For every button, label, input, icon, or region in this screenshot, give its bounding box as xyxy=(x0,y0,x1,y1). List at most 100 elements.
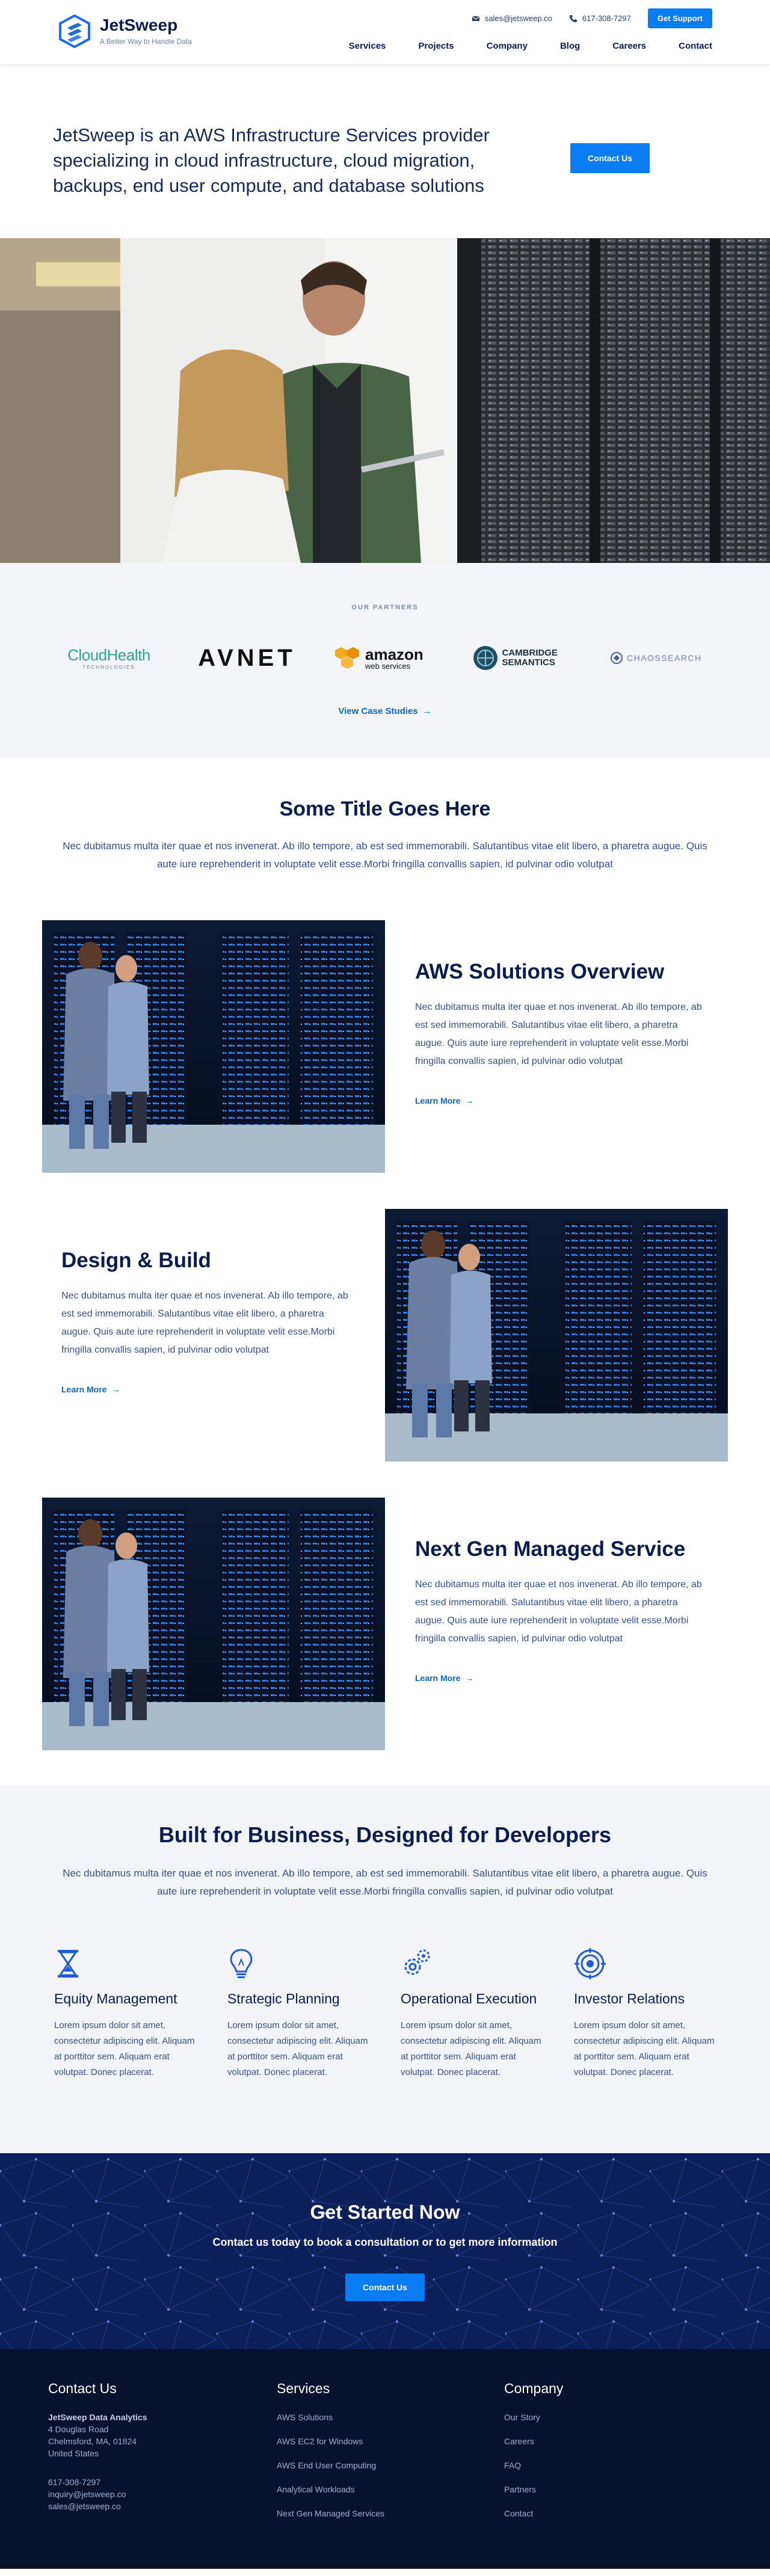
site-header: JetSweep A Better Way to Handle Data sal… xyxy=(0,0,770,65)
cambridge-line2: SEMANTICS xyxy=(502,657,555,668)
partner-logo-avnet[interactable]: AVNET xyxy=(196,645,298,672)
gears-icon xyxy=(404,1949,430,1975)
footer-link-careers[interactable]: Careers xyxy=(504,2435,563,2447)
footer-services-title: Services xyxy=(277,2381,330,2396)
nav-item-blog[interactable]: Blog xyxy=(560,41,580,51)
footer-link-faq[interactable]: FAQ xyxy=(504,2459,563,2471)
get-started-section: Get Started Now Contact us today to book… xyxy=(0,2153,770,2349)
feature-title: Strategic Planning xyxy=(227,1991,340,2006)
feature-text: Lorem ipsum dolor sit amet, consectetur … xyxy=(401,2020,541,2077)
partner-logo-cambridge[interactable]: CAMBRIDGE SEMANTICS xyxy=(472,645,574,671)
feature-copy: Design & Build Nec dubitamus multa iter … xyxy=(61,1245,350,1394)
feature-title: Next Gen Managed Service xyxy=(415,1537,686,1561)
logo-icon xyxy=(59,14,90,48)
nav-item-company[interactable]: Company xyxy=(487,41,528,51)
site-footer: Contact Us JetSweep Data Analytics 4 Dou… xyxy=(0,2349,770,2569)
brand-tagline: A Better Way to Handle Data xyxy=(100,37,192,46)
topbar: sales@jetsweep.co 617-308-7297 Get Suppo… xyxy=(472,8,712,28)
learn-more-label: Learn More xyxy=(415,1096,461,1105)
footer-link-end-user-computing[interactable]: AWS End User Computing xyxy=(277,2459,384,2471)
footer-link-contact[interactable]: Contact xyxy=(504,2507,563,2519)
footer-country: United States xyxy=(48,2448,99,2458)
get-support-button[interactable]: Get Support xyxy=(647,8,712,28)
cloudhealth-sub: TECHNOLOGIES xyxy=(82,665,135,670)
learn-more-label: Learn More xyxy=(61,1385,107,1394)
feature-item: Equity Management Lorem ipsum dolor sit … xyxy=(54,1947,196,2080)
brand-logo[interactable]: JetSweep A Better Way to Handle Data xyxy=(58,14,192,48)
chaossearch-wordmark: CHAOSSEARCH xyxy=(627,653,702,663)
feature-item: Strategic Planning Lorem ipsum dolor sit… xyxy=(227,1947,369,2080)
feature-title: Design & Build xyxy=(61,1249,211,1272)
nav-item-services[interactable]: Services xyxy=(349,41,386,51)
contact-us-button[interactable]: Contact Us xyxy=(570,143,650,173)
footer-link-managed-services[interactable]: Next Gen Managed Services xyxy=(277,2507,384,2519)
hero-image xyxy=(0,238,770,563)
mail-icon xyxy=(472,16,480,21)
footer-services: Services AWS Solutions AWS EC2 for Windo… xyxy=(277,2381,384,2531)
phone-icon xyxy=(569,14,577,22)
arrow-right-icon: → xyxy=(465,1673,474,1683)
arrow-right-icon: → xyxy=(422,706,432,716)
feature-text: Nec dubitamus multa iter quae et nos inv… xyxy=(415,1002,702,1066)
footer-link-aws-solutions[interactable]: AWS Solutions xyxy=(277,2411,384,2423)
partner-logo-chaossearch[interactable]: CHAOSSEARCH xyxy=(610,651,712,665)
network-background xyxy=(0,2153,770,2349)
server-room-photo xyxy=(385,1209,728,1462)
nav-item-careers[interactable]: Careers xyxy=(612,41,646,51)
built-for-business-section: Built for Business, Designed for Develop… xyxy=(0,1785,770,2153)
footer-address-line1: 4 Douglas Road xyxy=(48,2424,109,2434)
learn-more-link[interactable]: Learn More → xyxy=(415,1096,704,1105)
nav-item-projects[interactable]: Projects xyxy=(418,41,454,51)
footer-address-line2: Chelmsford, MA, 01824 xyxy=(48,2436,137,2446)
section-title: Some Title Goes Here xyxy=(279,798,491,820)
feature-copy: AWS Solutions Overview Nec dubitamus mul… xyxy=(415,956,704,1105)
built-title: Built for Business, Designed for Develop… xyxy=(158,1822,612,1847)
footer-link-partners[interactable]: Partners xyxy=(504,2483,563,2495)
view-case-studies-label: View Case Studies xyxy=(338,706,418,716)
feature-text: Nec dubitamus multa iter quae et nos inv… xyxy=(61,1291,348,1355)
intro-text: JetSweep is an AWS Infrastructure Servic… xyxy=(53,124,490,196)
cambridge-globe-icon xyxy=(473,646,497,670)
partner-logos: CloudHealth TECHNOLOGIES AVNET amazon we… xyxy=(58,640,712,676)
partners-label: OUR PARTNERS xyxy=(351,604,419,611)
title-section: Some Title Goes Here Nec dubitamus multa… xyxy=(0,758,770,920)
cta-title: Get Started Now xyxy=(310,2201,460,2223)
brand-name: JetSweep xyxy=(100,16,178,34)
footer-email-inquiry[interactable]: inquiry@jetsweep.co xyxy=(48,2488,147,2500)
feature-row-design-build: Design & Build Nec dubitamus multa iter … xyxy=(0,1209,770,1498)
footer-link-our-story[interactable]: Our Story xyxy=(504,2411,563,2423)
footer-company: Company Our Story Careers FAQ Partners C… xyxy=(504,2381,563,2531)
cta-contact-button[interactable]: Contact Us xyxy=(345,2273,425,2301)
hourglass-icon xyxy=(58,1950,78,1978)
built-lead: Nec dubitamus multa iter quae et nos inv… xyxy=(63,1867,707,1897)
footer-email-sales[interactable]: sales@jetsweep.co xyxy=(48,2500,147,2512)
footer-link-analytical-workloads[interactable]: Analytical Workloads xyxy=(277,2483,384,2495)
feature-row-managed-service: Next Gen Managed Service Nec dubitamus m… xyxy=(0,1498,770,1785)
partner-logo-aws[interactable]: amazon web services xyxy=(334,646,436,670)
main-nav: Services Projects Company Blog Careers C… xyxy=(349,41,712,51)
aws-wordmark: amazon xyxy=(365,645,424,663)
partner-logo-cloudhealth[interactable]: CloudHealth TECHNOLOGIES xyxy=(58,646,160,670)
partners-section: OUR PARTNERS CloudHealth TECHNOLOGIES AV… xyxy=(0,563,770,758)
feature-title: AWS Solutions Overview xyxy=(415,960,665,983)
feature-copy: Next Gen Managed Service Nec dubitamus m… xyxy=(415,1534,704,1683)
feature-text: Lorem ipsum dolor sit amet, consectetur … xyxy=(54,2020,195,2077)
learn-more-link[interactable]: Learn More → xyxy=(415,1673,704,1683)
cta-text: Contact us today to book a consultation … xyxy=(212,2236,558,2248)
cloudhealth-wordmark: CloudHealth xyxy=(67,646,150,664)
feature-item: Operational Execution Lorem ipsum dolor … xyxy=(401,1947,543,2080)
topbar-email-text: sales@jetsweep.co xyxy=(484,14,552,23)
nav-item-contact[interactable]: Contact xyxy=(679,41,712,51)
footer-phone[interactable]: 617-308-7297 xyxy=(48,2476,147,2488)
arrow-right-icon: → xyxy=(465,1096,474,1105)
feature-title: Investor Relations xyxy=(574,1991,685,2006)
intro-section: JetSweep is an AWS Infrastructure Servic… xyxy=(0,65,770,238)
topbar-phone[interactable]: 617-308-7297 xyxy=(569,14,631,23)
footer-link-ec2-windows[interactable]: AWS EC2 for Windows xyxy=(277,2435,384,2447)
hero-photo xyxy=(0,238,770,563)
topbar-email[interactable]: sales@jetsweep.co xyxy=(472,14,552,23)
arrow-right-icon: → xyxy=(111,1385,120,1394)
learn-more-link[interactable]: Learn More → xyxy=(61,1385,350,1394)
view-case-studies-link[interactable]: View Case Studies → xyxy=(0,706,770,716)
footer-contact-title: Contact Us xyxy=(48,2381,117,2396)
